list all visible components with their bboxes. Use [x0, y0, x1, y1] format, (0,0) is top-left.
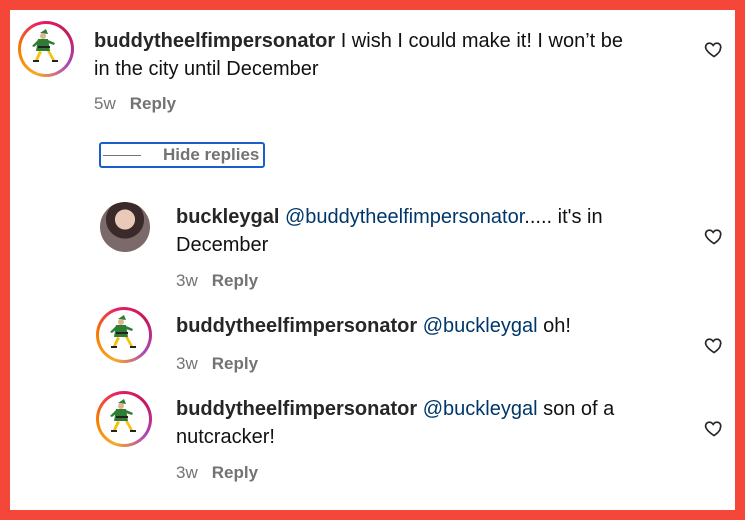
profile-photo	[100, 202, 150, 252]
reply-body-line2: December	[176, 234, 269, 256]
reply-button[interactable]: Reply	[212, 463, 258, 482]
reply-button[interactable]: Reply	[212, 354, 258, 373]
reply-age: 3w	[176, 463, 198, 482]
reply-text: buckleygal @buddytheelfimpersonator.....…	[176, 203, 676, 259]
comments-panel: buddytheelfimpersonator I wish I could m…	[10, 10, 735, 510]
comment-age: 5w	[94, 94, 116, 113]
avatar[interactable]	[96, 391, 152, 447]
heart-outline-icon[interactable]	[704, 418, 724, 438]
heart-outline-icon[interactable]	[704, 335, 724, 355]
comment: buddytheelfimpersonator I wish I could m…	[10, 10, 735, 125]
reply-body: oh!	[537, 315, 571, 337]
avatar[interactable]	[96, 307, 152, 363]
reply-item: buddytheelfimpersonator @buckleygal son …	[10, 385, 735, 500]
avatar[interactable]	[100, 202, 150, 252]
reply-mention[interactable]: @buckleygal	[423, 315, 538, 337]
avatar[interactable]	[18, 21, 74, 77]
comment-body-line2: in the city until December	[94, 58, 319, 80]
reply-button[interactable]: Reply	[130, 94, 176, 113]
reply-meta: 3w Reply	[176, 463, 258, 483]
reply-age: 3w	[176, 271, 198, 290]
reply-text: buddytheelfimpersonator @buckleygal oh!	[176, 312, 676, 340]
hide-replies-label: Hide replies	[163, 145, 260, 164]
reply-mention[interactable]: @buckleygal	[423, 398, 538, 420]
elf-avatar-icon	[110, 315, 136, 348]
hide-replies-button[interactable]: Hide replies	[99, 142, 265, 168]
reply-username[interactable]: buckleygal	[176, 206, 279, 228]
reply-item: buckleygal @buddytheelfimpersonator.....…	[10, 195, 735, 290]
reply-item: buddytheelfimpersonator @buckleygal oh! …	[10, 300, 735, 380]
reply-meta: 3w Reply	[176, 354, 258, 374]
reply-body-line2: nutcracker!	[176, 426, 275, 448]
reply-mention[interactable]: @buddytheelfimpersonator	[285, 206, 524, 228]
reply-body: ..... it's in	[524, 206, 603, 228]
reply-button[interactable]: Reply	[212, 271, 258, 290]
reply-username[interactable]: buddytheelfimpersonator	[176, 315, 417, 337]
reply-body: son of a	[537, 398, 615, 420]
elf-avatar-icon	[110, 399, 136, 432]
reply-meta: 3w Reply	[176, 271, 258, 291]
reply-age: 3w	[176, 354, 198, 373]
elf-avatar-icon	[32, 29, 58, 62]
comment-text: buddytheelfimpersonator I wish I could m…	[94, 27, 684, 83]
comment-username[interactable]: buddytheelfimpersonator	[94, 30, 335, 52]
heart-outline-icon[interactable]	[704, 226, 724, 246]
comment-meta: 5w Reply	[94, 94, 176, 114]
reply-text: buddytheelfimpersonator @buckleygal son …	[176, 395, 676, 451]
reply-username[interactable]: buddytheelfimpersonator	[176, 398, 417, 420]
heart-outline-icon[interactable]	[704, 39, 724, 59]
divider-line	[103, 154, 141, 156]
comment-body-line1: I wish I could make it! I won’t be	[335, 30, 624, 52]
